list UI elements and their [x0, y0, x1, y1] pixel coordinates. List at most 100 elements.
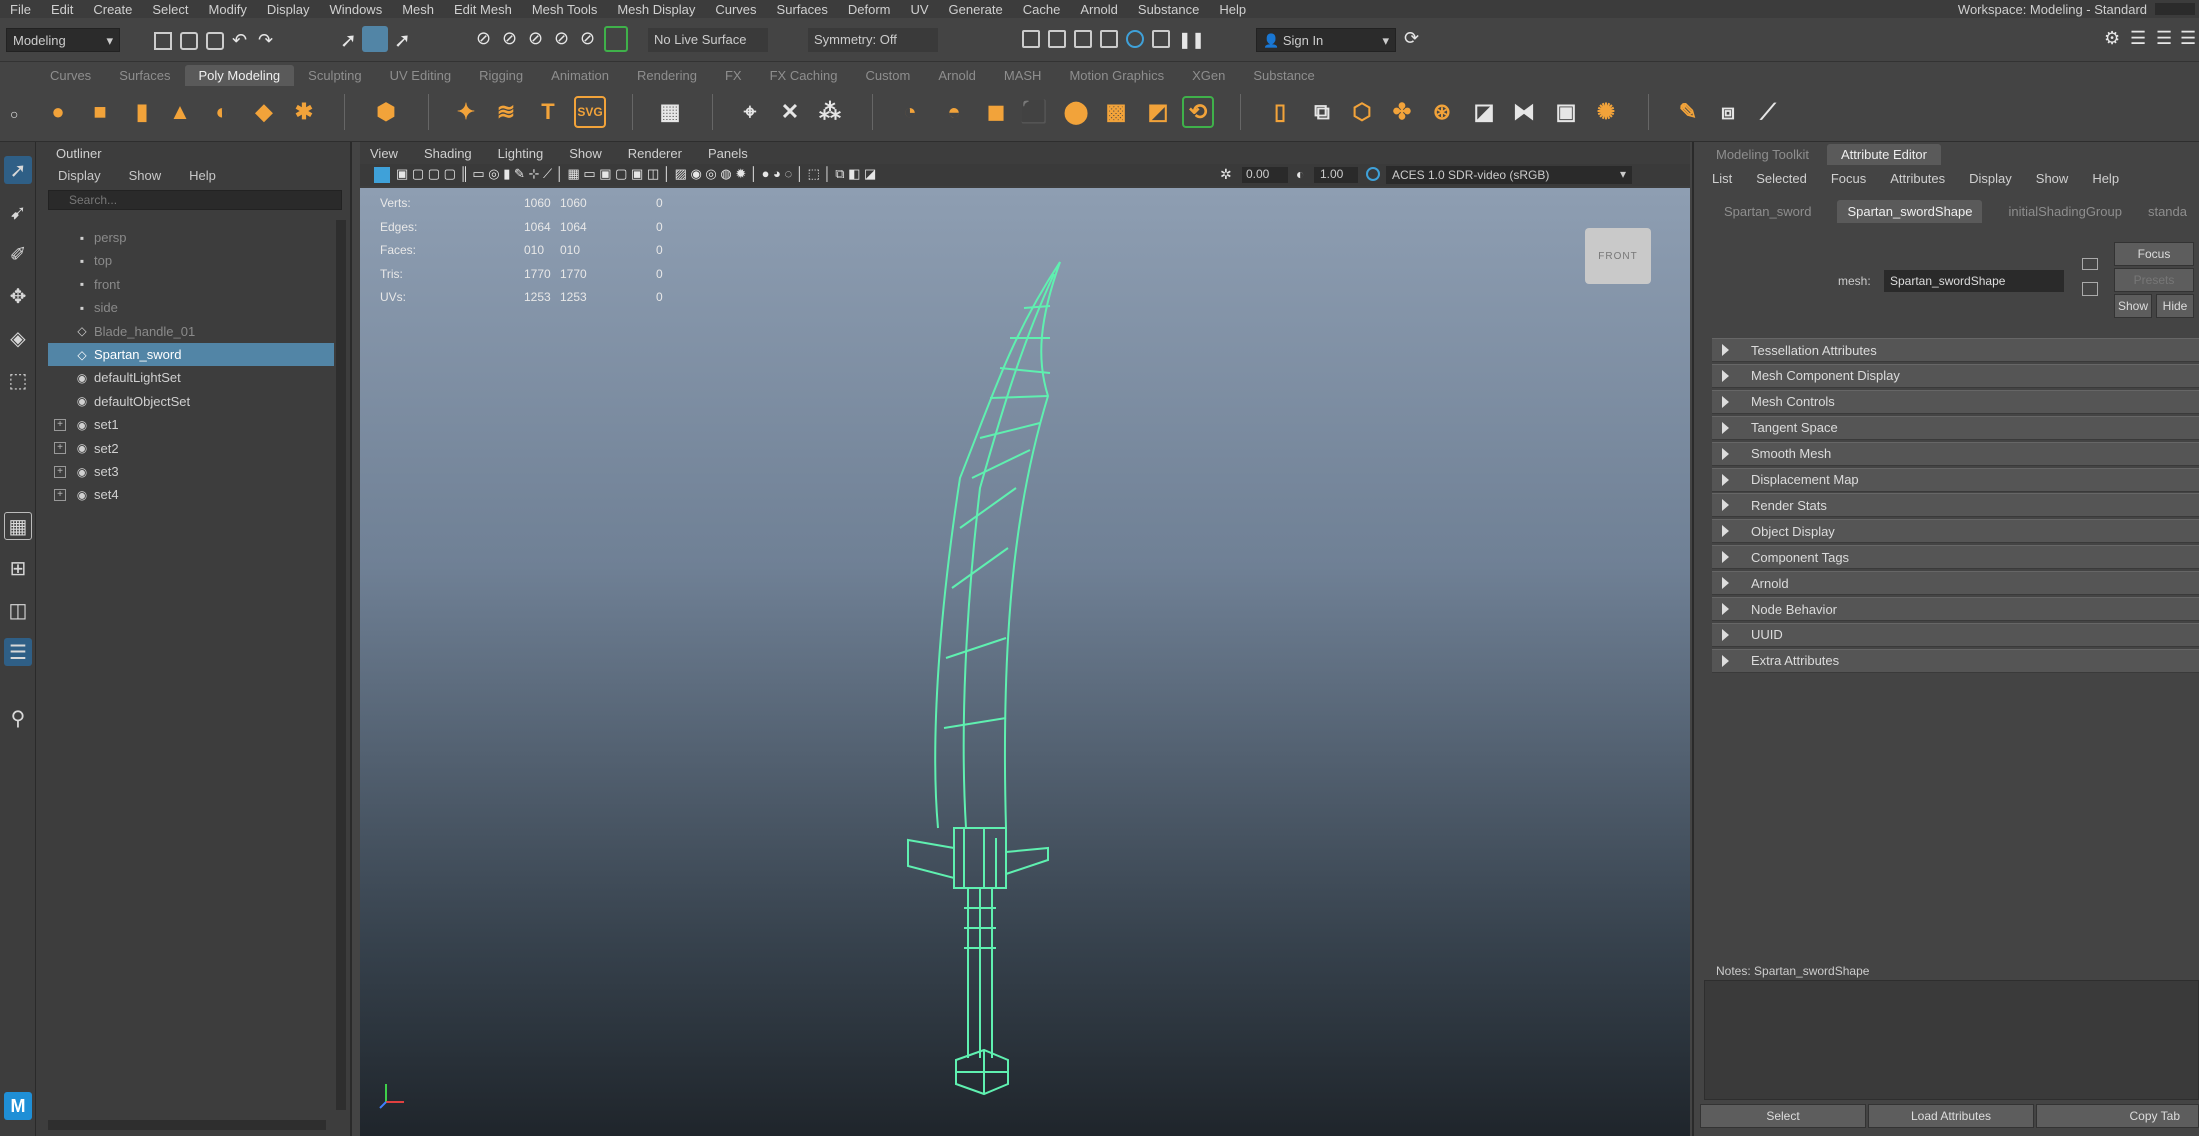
node-tab-shape[interactable]: Spartan_swordShape [1837, 199, 1983, 223]
ae-menu-focus[interactable]: Focus [1831, 171, 1866, 186]
select-by-component-icon[interactable]: ➚ [394, 28, 411, 53]
collapse-icon[interactable]: ✺ [1590, 96, 1622, 128]
shelf-tab[interactable]: Sculpting [294, 65, 375, 86]
refresh-icon[interactable]: ⟳ [1404, 28, 1419, 49]
outliner-menu-show[interactable]: Show [129, 168, 162, 183]
four-view-layout-icon[interactable]: ⊞ [4, 554, 32, 582]
copy-tab-button[interactable]: Copy Tab [2036, 1104, 2199, 1128]
snap-grid-icon[interactable]: ⊘ [476, 28, 491, 49]
shelf-menu-icon[interactable]: ○ [10, 106, 18, 122]
go-to-output-icon[interactable] [2082, 282, 2098, 296]
menu-file[interactable]: File [0, 2, 41, 17]
viewport-menu-show[interactable]: Show [569, 146, 602, 161]
shelf-tab[interactable]: Custom [852, 65, 925, 86]
menu-substance[interactable]: Substance [1128, 2, 1209, 17]
shelf-tab[interactable]: Surfaces [105, 65, 184, 86]
outliner-menu-display[interactable]: Display [58, 168, 101, 183]
shelf-tab[interactable]: XGen [1178, 65, 1239, 86]
move-tool-icon[interactable]: ✥ [4, 282, 32, 310]
ae-menu-show[interactable]: Show [2036, 171, 2069, 186]
expand-icon[interactable]: + [54, 488, 66, 501]
attribute-section-header[interactable]: Arnold [1712, 571, 2199, 596]
snap-curve-icon[interactable]: ⊘ [502, 28, 517, 49]
outliner-row[interactable]: ◉ defaultObjectSet [48, 390, 334, 413]
menu-arnold[interactable]: Arnold [1070, 2, 1128, 17]
search-icon[interactable]: ⚲ [4, 704, 32, 732]
select-button[interactable]: Select [1700, 1104, 1866, 1128]
shelf-tab[interactable]: UV Editing [376, 65, 465, 86]
ae-menu-selected[interactable]: Selected [1756, 171, 1807, 186]
combine-icon[interactable]: ◔ [894, 96, 926, 128]
viewport-menu-renderer[interactable]: Renderer [628, 146, 682, 161]
poly-cylinder-icon[interactable]: ▮ [126, 96, 158, 128]
snap-view-plane-icon[interactable]: ⊘ [554, 28, 569, 49]
outliner-layout-icon[interactable]: ☰ [4, 638, 32, 666]
menu-edit[interactable]: Edit [41, 2, 83, 17]
attribute-section-header[interactable]: Tangent Space [1712, 415, 2199, 440]
lasso-tool-icon[interactable]: ➹ [4, 198, 32, 226]
expand-icon[interactable]: + [54, 418, 66, 431]
retopologize-icon[interactable]: ⟲ [1182, 96, 1214, 128]
platonic-solid-icon[interactable]: ⬢ [370, 96, 402, 128]
outliner-row[interactable]: + ◉ set4 [48, 483, 334, 506]
attribute-section-header[interactable]: UUID [1712, 622, 2199, 647]
multi-cut-icon[interactable]: ◪ [1468, 96, 1500, 128]
modeling-toolkit-icon[interactable]: ⚙ [2104, 28, 2120, 49]
select-by-hierarchy-icon[interactable]: ➚ [340, 28, 357, 53]
shelf-tab[interactable]: Animation [537, 65, 623, 86]
workspace-dropdown[interactable] [2155, 3, 2195, 15]
viewport-menu-lighting[interactable]: Lighting [498, 146, 544, 161]
select-components-icon[interactable]: ⌖ [734, 96, 766, 128]
snap-point-icon[interactable]: ⊘ [528, 28, 543, 49]
attribute-section-header[interactable]: Extra Attributes [1712, 648, 2199, 673]
mirror-icon[interactable]: ⬛ [1018, 96, 1050, 128]
viewport-menu-view[interactable]: View [370, 146, 398, 161]
outliner-vertical-scrollbar[interactable] [336, 220, 346, 1110]
attribute-section-header[interactable]: Mesh Controls [1712, 389, 2199, 414]
expand-icon[interactable]: + [54, 465, 66, 478]
menu-cache[interactable]: Cache [1013, 2, 1071, 17]
outliner-row[interactable]: ▪ persp [48, 226, 334, 249]
connect-icon[interactable]: ▣ [1550, 96, 1582, 128]
channel-box-icon[interactable]: ☰ [2180, 28, 2196, 49]
redo-icon[interactable]: ↷ [258, 30, 273, 51]
menu-mesh-tools[interactable]: Mesh Tools [522, 2, 608, 17]
super-shape-icon[interactable]: ✦ [450, 96, 482, 128]
outliner-row[interactable]: + ◉ set2 [48, 437, 334, 460]
3d-scene[interactable]: Verts: 1060 1060 0 Edges: 1064 1064 0 Faces: 010 0… [360, 188, 1690, 1136]
menu-display[interactable]: Display [257, 2, 320, 17]
paint-select-icon[interactable]: ✐ [4, 240, 32, 268]
type-tool-icon[interactable]: T [532, 96, 564, 128]
open-scene-icon[interactable] [180, 32, 198, 50]
symmetry-dropdown[interactable]: Symmetry: Off [808, 28, 938, 52]
load-attributes-button[interactable]: Load Attributes [1868, 1104, 2034, 1128]
menu-curves[interactable]: Curves [705, 2, 766, 17]
menuset-dropdown[interactable]: Modeling ▾ [6, 28, 120, 52]
menu-edit-mesh[interactable]: Edit Mesh [444, 2, 522, 17]
outliner-horizontal-scrollbar[interactable] [48, 1120, 326, 1130]
node-tab-shading-group[interactable]: initialShadingGroup [2008, 204, 2121, 219]
select-tool-icon[interactable]: ➚ [4, 156, 32, 184]
attribute-editor-icon[interactable]: ☰ [2130, 28, 2146, 49]
bridge-icon[interactable]: ⧉ [1306, 96, 1338, 128]
presets-button[interactable]: Presets [2114, 268, 2194, 292]
render-sequence-icon[interactable] [1048, 30, 1066, 48]
tab-modeling-toolkit[interactable]: Modeling Toolkit [1702, 144, 1823, 165]
outliner-row[interactable]: ◇ Blade_handle_01 [48, 320, 334, 343]
ae-menu-display[interactable]: Display [1969, 171, 2012, 186]
attribute-section-header[interactable]: Node Behavior [1712, 597, 2199, 621]
attribute-section-header[interactable]: Smooth Mesh [1712, 441, 2199, 466]
ipr-render-icon[interactable] [1074, 30, 1092, 48]
ae-menu-attributes[interactable]: Attributes [1890, 171, 1945, 186]
focus-button[interactable]: Focus [2114, 242, 2194, 266]
poly-sphere-icon[interactable]: ● [42, 96, 74, 128]
outliner-row[interactable]: ◉ defaultLightSet [48, 366, 334, 389]
slide-edge-icon[interactable]: ⟋ [1752, 96, 1784, 128]
color-space-dropdown[interactable]: ACES 1.0 SDR-video (sRGB) ▾ [1386, 166, 1632, 184]
workspace-selector[interactable]: Workspace: Modeling - Standard [1958, 0, 2195, 18]
target-weld-icon[interactable]: ⧓ [1508, 96, 1540, 128]
shelf-tab[interactable]: Curves [36, 65, 105, 86]
poly-disc-icon[interactable]: ✱ [288, 96, 320, 128]
make-live-icon[interactable] [604, 26, 628, 52]
camera-attributes-icon[interactable]: ▣ ▢ ▢ ▢ ║ ▭ ◎ ▮ ✎ ⊹ ⟋ │ ▦ ▭ ▣ ▢ ▣ ◫ │ ▨ … [396, 166, 876, 182]
